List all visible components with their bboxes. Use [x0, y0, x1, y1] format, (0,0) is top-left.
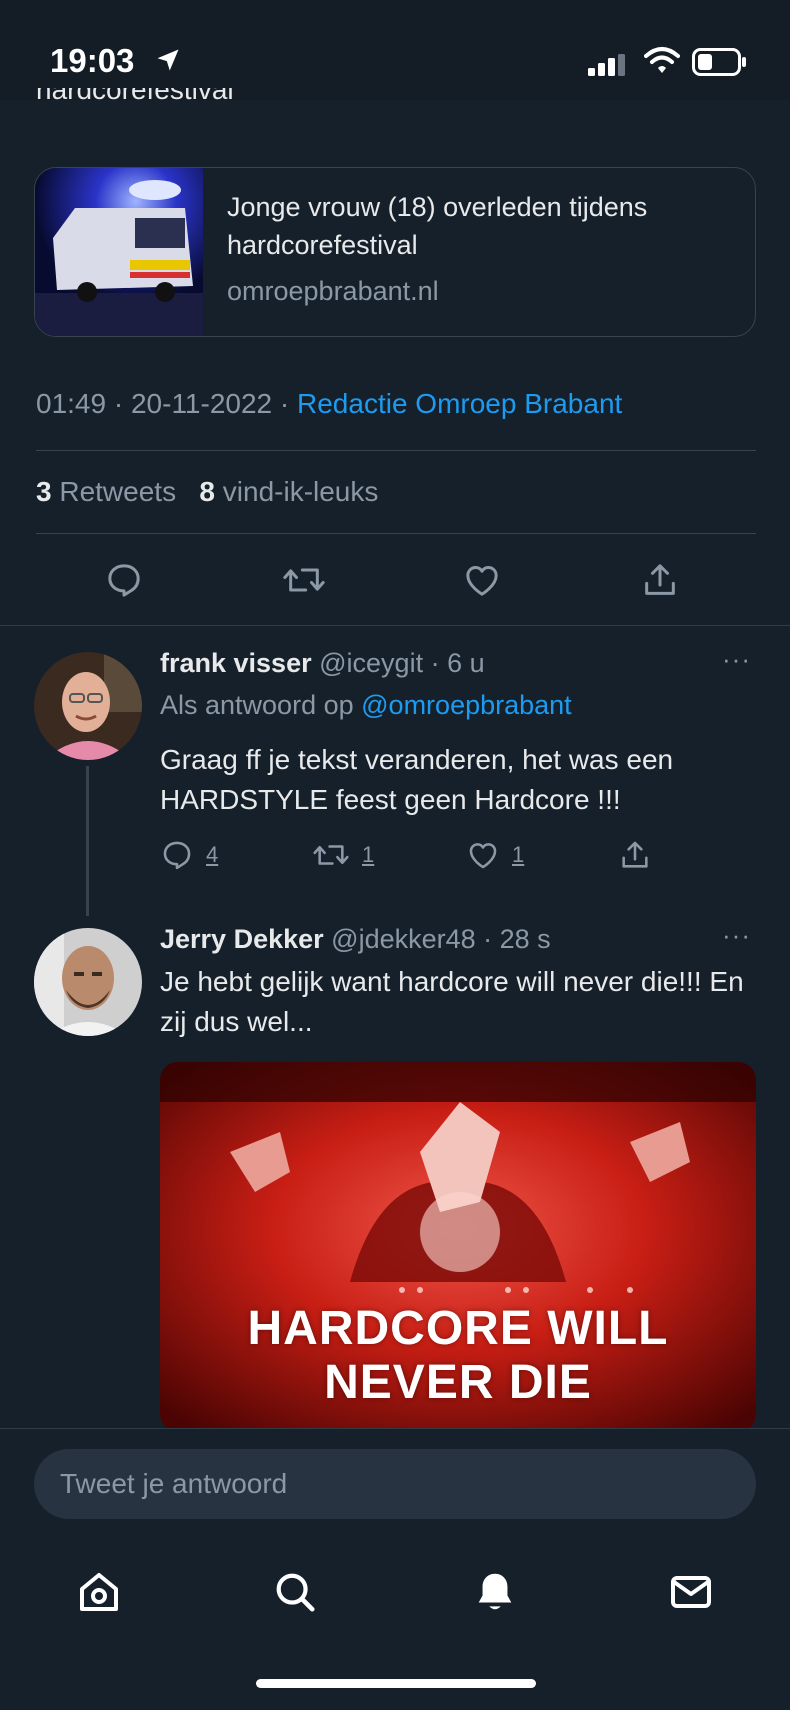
divider: [0, 625, 790, 626]
share-icon: [645, 564, 675, 595]
location-arrow-icon: [157, 49, 179, 71]
retweet-button[interactable]: [280, 556, 328, 604]
likes-stat[interactable]: 8 vind-ik-leuks: [199, 476, 378, 507]
divider: [36, 533, 756, 534]
reply-button[interactable]: 4: [160, 838, 218, 872]
nav-notifications-button[interactable]: [468, 1565, 522, 1619]
link-preview-card[interactable]: Jonge vrouw (18) overleden tijdens hardc…: [34, 167, 756, 337]
like-button[interactable]: 1: [466, 838, 524, 872]
reply-to-handle-link[interactable]: @omroepbrabant: [361, 690, 572, 720]
retweets-stat[interactable]: 3 Retweets: [36, 476, 176, 507]
share-button[interactable]: [618, 838, 652, 872]
wifi-icon: [644, 47, 680, 73]
tweet-time: 01:49: [36, 388, 107, 419]
card-thumbnail-image: [35, 168, 203, 336]
like-count: 1: [512, 842, 525, 867]
signal-icon: [588, 54, 625, 76]
like-icon: [466, 566, 498, 596]
divider: [36, 450, 756, 451]
reply-author-1[interactable]: frank visser @iceygit · 6 u: [160, 648, 485, 679]
thread-line: [86, 766, 89, 916]
status-bar: 19:03 hardcorefestival: [0, 0, 790, 105]
like-icon: [469, 843, 497, 869]
retweet-button[interactable]: 1: [312, 838, 374, 872]
display-name: Jerry Dekker: [160, 924, 324, 954]
home-indicator: [256, 1679, 536, 1688]
more-options-button[interactable]: ···: [722, 644, 751, 675]
card-domain: omroepbrabant.nl: [227, 276, 439, 306]
reply-composer[interactable]: [34, 1449, 756, 1519]
avatar-frank-visser[interactable]: [34, 652, 142, 760]
reply-icon: [163, 841, 191, 870]
tweet-stats: 3 Retweets 8 vind-ik-leuks: [36, 476, 378, 508]
home-icon: [80, 1573, 118, 1611]
meta-separator: ·: [106, 388, 131, 419]
reply-text-2: Je hebt gelijk want hardcore will never …: [160, 966, 744, 1037]
nav-messages-button[interactable]: [664, 1565, 718, 1619]
gif-caption: HARDCORE WILL NEVER DIE: [247, 1302, 669, 1409]
share-button[interactable]: [636, 556, 684, 604]
like-button[interactable]: [458, 556, 506, 604]
tweet-date: 20-11-2022: [130, 388, 273, 419]
nav-home-button[interactable]: [72, 1565, 126, 1619]
display-name: frank visser: [160, 648, 312, 678]
retweet-icon: [313, 845, 349, 865]
bottom-bar: [0, 1428, 790, 1710]
card-title: Jonge vrouw (18) overleden tijdens hardc…: [227, 192, 648, 260]
handle: @iceygit: [319, 648, 424, 678]
tweet-age: · 28 s: [483, 924, 551, 954]
reply-to-line: Als antwoord op @omroepbrabant: [160, 690, 572, 720]
handle: @jdekker48: [331, 924, 476, 954]
share-icon: [622, 841, 648, 868]
retweet-count: 1: [362, 842, 375, 867]
gif-media[interactable]: HARDCORE WILL NEVER DIE: [160, 1062, 756, 1432]
tweet-meta: 01:49 · 20-11-2022 · Redactie Omroep Bra…: [36, 388, 622, 420]
previous-text-fragment: hardcorefestival: [36, 88, 234, 105]
reply-text-1: Graag ff je tekst veranderen, het was ee…: [160, 744, 674, 815]
status-time: 19:03: [50, 42, 135, 79]
reply-author-2[interactable]: Jerry Dekker @jdekker48 · 28 s: [160, 924, 551, 955]
messages-icon: [671, 1576, 711, 1608]
retweet-icon: [283, 568, 325, 592]
reply-icon: [108, 564, 140, 597]
tweet-source-link[interactable]: Redactie Omroep Brabant: [297, 388, 622, 419]
reply-button[interactable]: [100, 556, 148, 604]
reply-input[interactable]: [34, 1449, 756, 1519]
avatar-jerry-dekker[interactable]: [34, 928, 142, 1036]
notifications-icon: [478, 1573, 512, 1610]
meta-separator: ·: [272, 388, 298, 419]
more-options-button[interactable]: ···: [722, 920, 751, 951]
tweet-age: · 6 u: [430, 648, 485, 678]
search-icon: [276, 1573, 315, 1612]
battery-icon: [692, 48, 746, 76]
reply-count: 4: [206, 842, 219, 867]
nav-search-button[interactable]: [268, 1565, 322, 1619]
